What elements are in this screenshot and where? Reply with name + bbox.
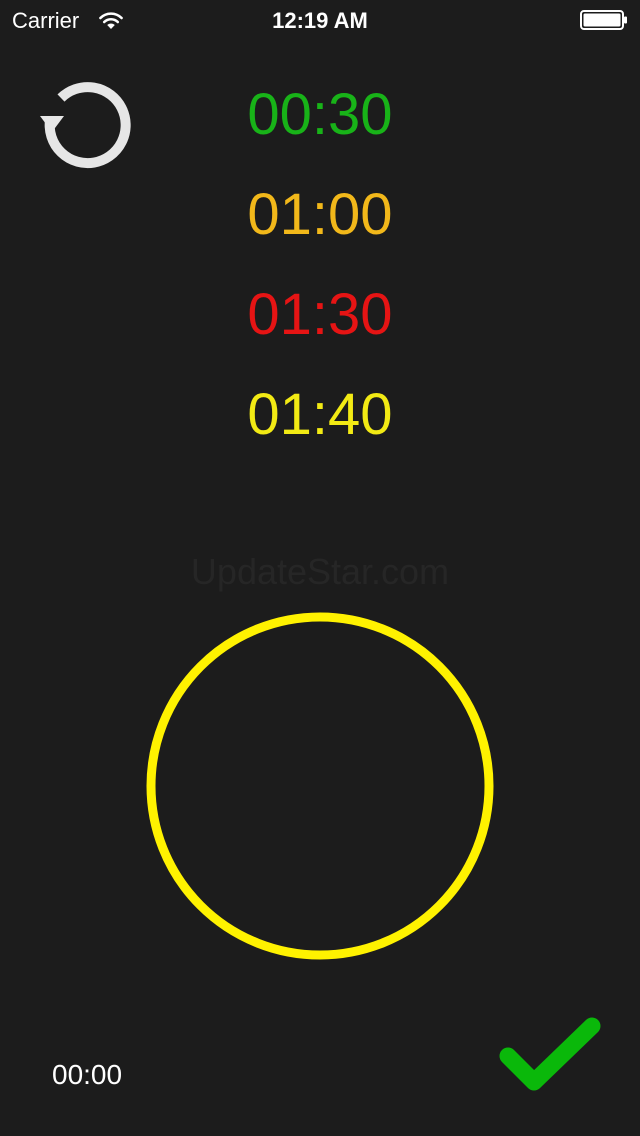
status-bar: Carrier 12:19 AM [0, 0, 640, 40]
interval-3[interactable]: 01:30 [170, 280, 470, 350]
interval-2[interactable]: 01:00 [170, 180, 470, 250]
interval-4[interactable]: 01:40 [170, 380, 470, 450]
checkmark-icon [499, 1017, 601, 1091]
reset-icon [40, 82, 131, 169]
reset-button[interactable] [36, 76, 136, 172]
done-button[interactable] [496, 1016, 606, 1100]
battery-icon [580, 10, 627, 30]
interval-1[interactable]: 00:30 [170, 80, 470, 150]
status-time: 12:19 AM [272, 8, 368, 33]
watermark: UpdateStar.com [190, 551, 450, 592]
timer-screen: Carrier 12:19 AM 00:30 01:00 01:30 01:40… [0, 0, 640, 1136]
timer-circle[interactable] [146, 612, 494, 960]
elapsed-time: 00:00 [52, 1059, 123, 1090]
